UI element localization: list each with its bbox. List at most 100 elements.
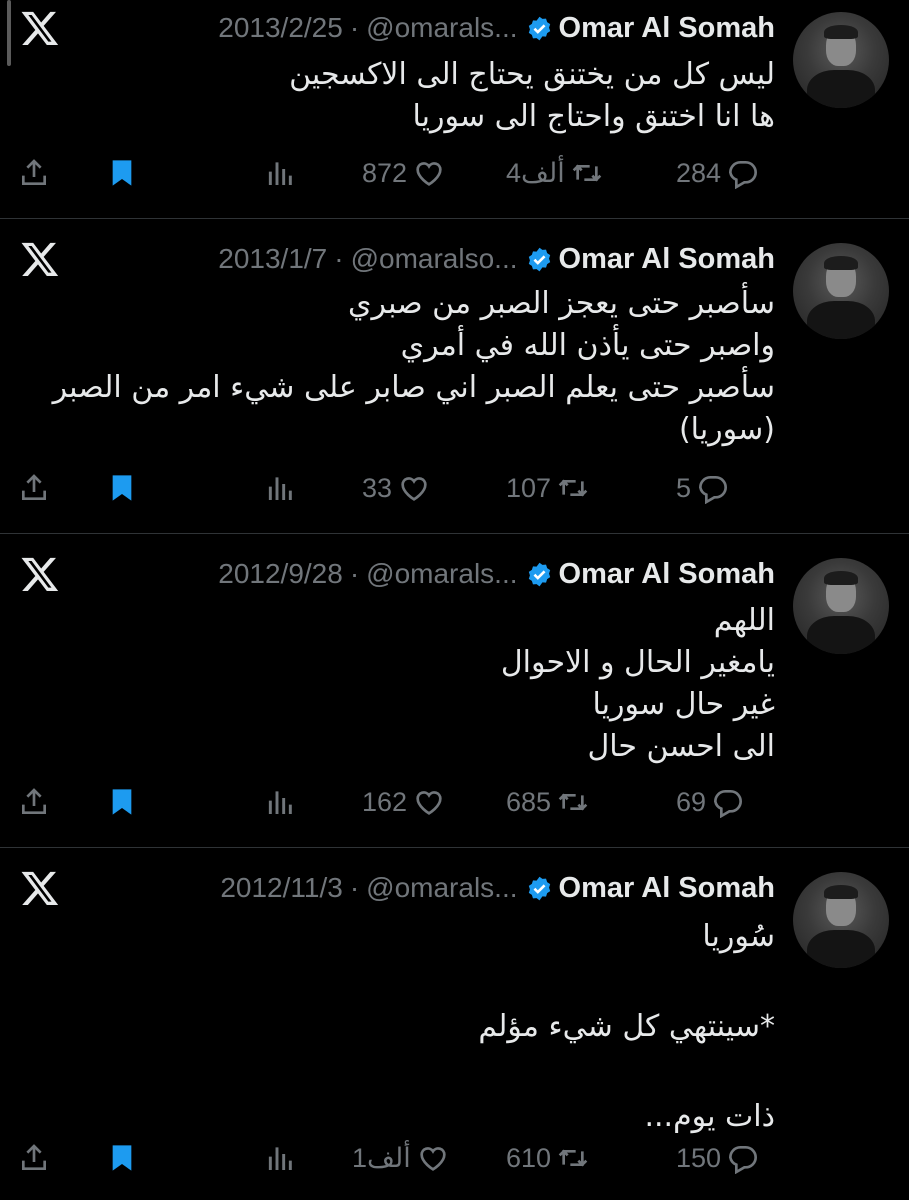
tweet-actions: 872 4ألف 284	[0, 149, 909, 197]
reply-button[interactable]: 150	[676, 1134, 759, 1182]
retweet-count: 685	[506, 786, 552, 817]
share-icon	[22, 1144, 46, 1170]
tweet-actions: 33 107 5	[0, 464, 909, 512]
views-stats-icon	[268, 1147, 292, 1170]
like-heart-icon	[416, 791, 442, 815]
views-button[interactable]	[265, 1134, 297, 1182]
tweet-header: Omar Al Somah @omarals... · 2012/11/3	[220, 868, 775, 908]
author-name[interactable]: Omar Al Somah	[559, 872, 775, 905]
like-button[interactable]: 33	[362, 464, 430, 512]
avatar[interactable]	[793, 12, 889, 108]
like-count: 33	[362, 472, 393, 503]
reply-bubble-icon	[714, 790, 743, 818]
tweet-text: سُوريا *سينتهي كل شيء مؤلم ذات يوم...	[478, 914, 775, 1139]
reply-count: 150	[676, 1142, 722, 1173]
avatar[interactable]	[793, 872, 889, 968]
tweet-text-line: الى احسن حال	[587, 729, 775, 764]
tweet-text: سأصبر حتى يعجز الصبر من صبري واصبر حتى ي…	[53, 283, 775, 451]
like-heart-icon	[401, 477, 427, 501]
reply-button[interactable]: 69	[676, 778, 744, 826]
tweet-3[interactable]: Omar Al Somah @omarals... · 2012/9/28 ال…	[0, 534, 909, 848]
tweet-text-line: اللهم	[713, 603, 775, 638]
bookmark-button[interactable]	[106, 1134, 138, 1182]
tweet-text-line: *سينتهي كل شيء مؤلم	[478, 1009, 775, 1044]
retweet-icon	[558, 1149, 588, 1167]
views-stats-icon	[268, 477, 292, 500]
retweet-button[interactable]: 4ألف	[506, 149, 603, 197]
retweet-count: 610	[506, 1142, 552, 1173]
retweet-button[interactable]: 107	[506, 464, 589, 512]
retweet-icon	[572, 164, 601, 182]
tweet-date[interactable]: 2013/1/7	[218, 243, 327, 275]
tweet-header: Omar Al Somah @omarals... · 2013/2/25	[218, 8, 775, 48]
author-name[interactable]: Omar Al Somah	[559, 12, 775, 45]
retweet-count: 4ألف	[506, 157, 565, 188]
author-handle[interactable]: @omarals...	[366, 558, 517, 590]
retweet-button[interactable]: 685	[506, 778, 589, 826]
like-count: 162	[362, 786, 408, 817]
tweet-text-line: ها انا اختنق واحتاج الى سوريا	[412, 99, 776, 134]
author-name[interactable]: Omar Al Somah	[559, 558, 775, 591]
share-button[interactable]	[18, 778, 50, 826]
bookmark-button[interactable]	[106, 778, 138, 826]
views-button[interactable]	[265, 778, 297, 826]
tweet-1[interactable]: Omar Al Somah @omarals... · 2013/2/25 لي…	[0, 0, 909, 219]
separator-dot: ·	[349, 558, 360, 589]
retweet-button[interactable]: 610	[506, 1134, 589, 1182]
separator-dot: ·	[349, 12, 360, 43]
tweet-text-line: يامغير الحال و الاحوال	[500, 645, 775, 680]
share-icon	[22, 159, 46, 185]
tweet-text: اللهم يامغير الحال و الاحوال غير حال سور…	[501, 600, 775, 768]
x-logo-icon	[18, 8, 62, 48]
share-button[interactable]	[18, 149, 50, 197]
x-logo-icon	[18, 868, 62, 908]
tweet-text: ليس كل من يختنق يحتاج الى الاكسجين ها ان…	[289, 54, 775, 138]
tweet-text-line: سأصبر حتى يعلم الصبر اني صابر على شيء ام…	[52, 370, 775, 405]
separator-dot: ·	[334, 243, 344, 274]
like-heart-icon	[420, 1147, 446, 1171]
separator-dot: ·	[349, 872, 360, 903]
reply-count: 5	[676, 472, 692, 503]
like-count: 872	[362, 157, 408, 188]
reply-button[interactable]: 5	[676, 464, 729, 512]
bookmark-button[interactable]	[106, 149, 138, 197]
tweet-4[interactable]: Omar Al Somah @omarals... · 2012/11/3 سُ…	[0, 848, 909, 1200]
like-button[interactable]: 1ألف	[352, 1134, 449, 1182]
avatar[interactable]	[793, 243, 889, 339]
avatar[interactable]	[793, 558, 889, 654]
reply-bubble-icon	[699, 476, 728, 504]
author-handle[interactable]: @omarals...	[366, 872, 517, 904]
tweet-date[interactable]: 2012/9/28	[218, 558, 343, 590]
tweet-header: Omar Al Somah @omarals... · 2012/9/28	[218, 554, 775, 594]
tweet-header: Omar Al Somah @omaralso... · 2013/1/7	[218, 239, 775, 279]
bookmark-icon	[112, 475, 132, 501]
tweet-text-line: (سوريا)	[678, 412, 775, 447]
like-count: 1ألف	[352, 1142, 411, 1173]
like-button[interactable]: 162	[362, 778, 445, 826]
bookmark-button[interactable]	[106, 464, 138, 512]
reply-count: 69	[676, 786, 707, 817]
tweet-text-line: ليس كل من يختنق يحتاج الى الاكسجين	[289, 57, 775, 92]
verified-badge-icon	[528, 247, 550, 271]
author-name[interactable]: Omar Al Somah	[559, 243, 775, 276]
tweet-text-line: ذات يوم...	[644, 1099, 775, 1134]
tweet-2[interactable]: Omar Al Somah @omaralso... · 2013/1/7 سأ…	[0, 219, 909, 534]
reply-bubble-icon	[729, 161, 758, 189]
tweet-date[interactable]: 2013/2/25	[218, 12, 343, 44]
like-button[interactable]: 872	[362, 149, 445, 197]
share-button[interactable]	[18, 464, 50, 512]
tweet-text-line: سأصبر حتى يعجز الصبر من صبري	[348, 286, 775, 321]
tweet-date[interactable]: 2012/11/3	[220, 872, 343, 904]
views-stats-icon	[268, 162, 292, 185]
views-button[interactable]	[265, 464, 297, 512]
reply-count: 284	[676, 157, 722, 188]
author-handle[interactable]: @omaralso...	[351, 243, 518, 275]
verified-badge-icon	[528, 16, 550, 40]
reply-button[interactable]: 284	[676, 149, 759, 197]
share-button[interactable]	[18, 1134, 50, 1182]
tweet-text-line	[478, 959, 775, 1004]
share-icon	[22, 474, 46, 500]
views-button[interactable]	[265, 149, 297, 197]
author-handle[interactable]: @omarals...	[366, 12, 517, 44]
x-logo-icon	[18, 554, 62, 594]
